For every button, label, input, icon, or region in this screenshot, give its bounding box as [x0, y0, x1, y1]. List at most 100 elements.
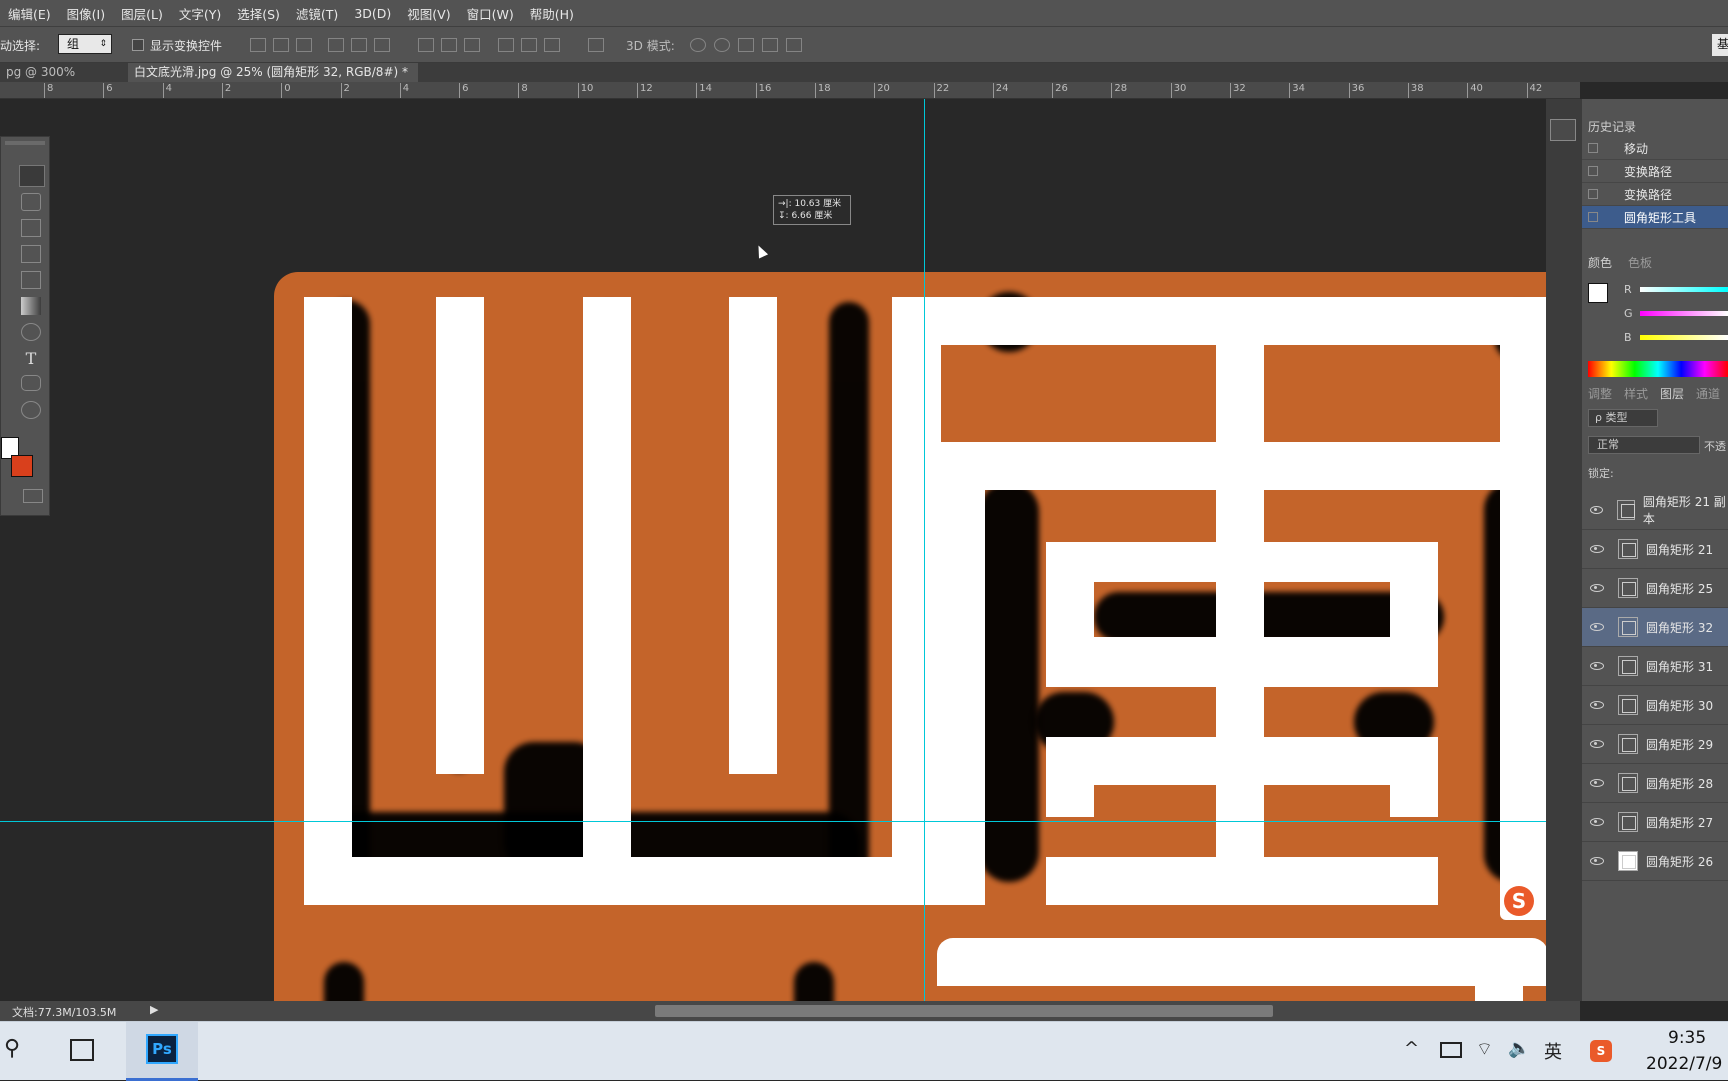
layer-row[interactable]: 圆角矩形 30: [1582, 686, 1728, 725]
distribute-bottom-icon[interactable]: [464, 38, 480, 52]
magic-wand-icon[interactable]: [21, 193, 41, 211]
slide-3d-icon[interactable]: [762, 38, 778, 52]
chevron-up-icon[interactable]: ^: [1404, 1038, 1419, 1059]
eye-icon[interactable]: [1590, 623, 1604, 631]
status-menu-arrow-icon[interactable]: ▶: [150, 1003, 158, 1016]
menu-filter[interactable]: 滤镜(T): [288, 4, 346, 23]
layer-row[interactable]: 圆角矩形 28: [1582, 764, 1728, 803]
distribute-hcenter-icon[interactable]: [521, 38, 537, 52]
clock-time[interactable]: 9:35: [1668, 1028, 1706, 1048]
eye-icon[interactable]: [1590, 545, 1604, 553]
history-item[interactable]: 变换路径: [1582, 160, 1728, 183]
history-checkbox[interactable]: [1588, 166, 1598, 176]
gradient-icon[interactable]: [21, 297, 41, 315]
auto-align-icon[interactable]: [588, 38, 604, 52]
eye-icon[interactable]: [1590, 584, 1604, 592]
tab-channels[interactable]: 通道: [1690, 385, 1726, 403]
history-item[interactable]: 圆角矩形工具: [1582, 206, 1728, 229]
history-brush-icon[interactable]: [21, 271, 41, 289]
layer-row-selected[interactable]: 圆角矩形 32: [1582, 608, 1728, 647]
eye-icon[interactable]: [1590, 662, 1604, 670]
tab-history[interactable]: 历史记录: [1582, 118, 1643, 136]
menu-view[interactable]: 视图(V): [399, 4, 458, 23]
menu-select[interactable]: 选择(S): [229, 4, 288, 23]
tab-styles[interactable]: 样式: [1618, 385, 1654, 403]
taskbar-photoshop[interactable]: Ps: [126, 1022, 198, 1081]
tab-doc-1[interactable]: pg @ 300%(RGB/8#) ×: [0, 63, 126, 98]
blend-mode-dropdown[interactable]: 正常: [1588, 436, 1700, 454]
history-checkbox[interactable]: [1588, 189, 1598, 199]
menu-help[interactable]: 帮助(H): [522, 4, 582, 23]
auto-select-dropdown[interactable]: 组 ⇕: [58, 34, 112, 54]
show-transform-checkbox[interactable]: [132, 39, 144, 51]
distribute-vcenter-icon[interactable]: [441, 38, 457, 52]
color-spectrum-bar[interactable]: [1588, 361, 1728, 377]
drag-3d-icon[interactable]: [738, 38, 754, 52]
rotate-3d-icon[interactable]: [690, 38, 706, 52]
layer-row[interactable]: 圆角矩形 29: [1582, 725, 1728, 764]
seal-artwork[interactable]: [274, 272, 1576, 1001]
tab-layers[interactable]: 图层: [1654, 385, 1691, 403]
eye-icon[interactable]: [1590, 857, 1604, 865]
menu-image[interactable]: 图像(I): [59, 4, 113, 23]
shape-tool-icon[interactable]: [21, 375, 41, 391]
tab-adjustments[interactable]: 调整: [1582, 385, 1618, 403]
workspace-button[interactable]: 基: [1712, 34, 1728, 56]
layer-filter-dropdown[interactable]: ρ 类型: [1588, 409, 1658, 427]
history-checkbox[interactable]: [1588, 212, 1598, 222]
eye-icon[interactable]: [1590, 701, 1604, 709]
tab-swatches[interactable]: 色板: [1622, 254, 1658, 272]
layer-row[interactable]: 圆角矩形 31: [1582, 647, 1728, 686]
eye-icon[interactable]: [1590, 506, 1603, 514]
eye-icon[interactable]: [1590, 740, 1604, 748]
history-panel-icon[interactable]: [1550, 119, 1576, 141]
menu-edit[interactable]: 编辑(E): [0, 4, 59, 23]
type-tool-icon[interactable]: T: [21, 349, 41, 368]
align-vcenter-icon[interactable]: [273, 38, 289, 52]
wifi-icon[interactable]: ⌔: [1476, 1038, 1493, 1061]
align-bottom-icon[interactable]: [296, 38, 312, 52]
eyedropper-icon[interactable]: [21, 219, 41, 237]
align-hcenter-icon[interactable]: [351, 38, 367, 52]
layer-row[interactable]: 圆角矩形 21: [1582, 530, 1728, 569]
task-view-icon[interactable]: [70, 1039, 94, 1061]
eye-icon[interactable]: [1590, 818, 1604, 826]
brush-icon[interactable]: [21, 245, 41, 263]
layer-row[interactable]: 圆角矩形 27: [1582, 803, 1728, 842]
zoom-icon[interactable]: [21, 401, 41, 419]
distribute-left-icon[interactable]: [498, 38, 514, 52]
clock-date[interactable]: 2022/7/9: [1646, 1054, 1722, 1074]
horizontal-scrollbar[interactable]: [655, 1005, 1273, 1017]
layer-row[interactable]: 圆角矩形 21 副本: [1582, 491, 1728, 530]
distribute-top-icon[interactable]: [418, 38, 434, 52]
battery-icon[interactable]: [1440, 1042, 1462, 1058]
eye-icon[interactable]: [1590, 779, 1604, 787]
history-item[interactable]: 变换路径: [1582, 183, 1728, 206]
distribute-right-icon[interactable]: [544, 38, 560, 52]
menu-type[interactable]: 文字(Y): [171, 4, 229, 23]
roll-3d-icon[interactable]: [714, 38, 730, 52]
sogou-tray-icon[interactable]: S: [1590, 1040, 1612, 1062]
canvas-area[interactable]: →|: 10.63 厘米 ↧: 6.66 厘米 S 英: [0, 99, 1580, 1001]
menu-3d[interactable]: 3D(D): [346, 6, 399, 21]
history-checkbox[interactable]: [1588, 143, 1598, 153]
move-tool-icon[interactable]: [19, 165, 45, 187]
align-left-icon[interactable]: [328, 38, 344, 52]
volume-icon[interactable]: 🔈: [1508, 1038, 1530, 1059]
search-icon[interactable]: ⚲: [4, 1036, 20, 1061]
menu-window[interactable]: 窗口(W): [459, 4, 522, 23]
align-top-icon[interactable]: [250, 38, 266, 52]
layer-row[interactable]: 圆角矩形 26: [1582, 842, 1728, 881]
g-slider[interactable]: [1640, 311, 1728, 316]
history-item[interactable]: 移动: [1582, 137, 1728, 160]
tab-color[interactable]: 颜色: [1582, 254, 1619, 272]
menu-layer[interactable]: 图层(L): [113, 4, 171, 23]
b-slider[interactable]: [1640, 335, 1728, 340]
scale-3d-icon[interactable]: [786, 38, 802, 52]
layer-row[interactable]: 圆角矩形 25: [1582, 569, 1728, 608]
color-fg-swatch[interactable]: [1588, 283, 1608, 303]
horizontal-ruler[interactable]: 8 6 4 2 0 2 4 6 8 10 12 14 16 18 20 22 24 26 28 30 32 34 36 38 4…: [0, 82, 1580, 99]
tab-doc-2[interactable]: 白文底光滑.jpg @ 25% (圆角矩形 32, RGB/8#) * ×: [128, 63, 418, 98]
horizontal-guide[interactable]: [0, 821, 1580, 822]
vertical-guide[interactable]: [924, 99, 925, 1001]
